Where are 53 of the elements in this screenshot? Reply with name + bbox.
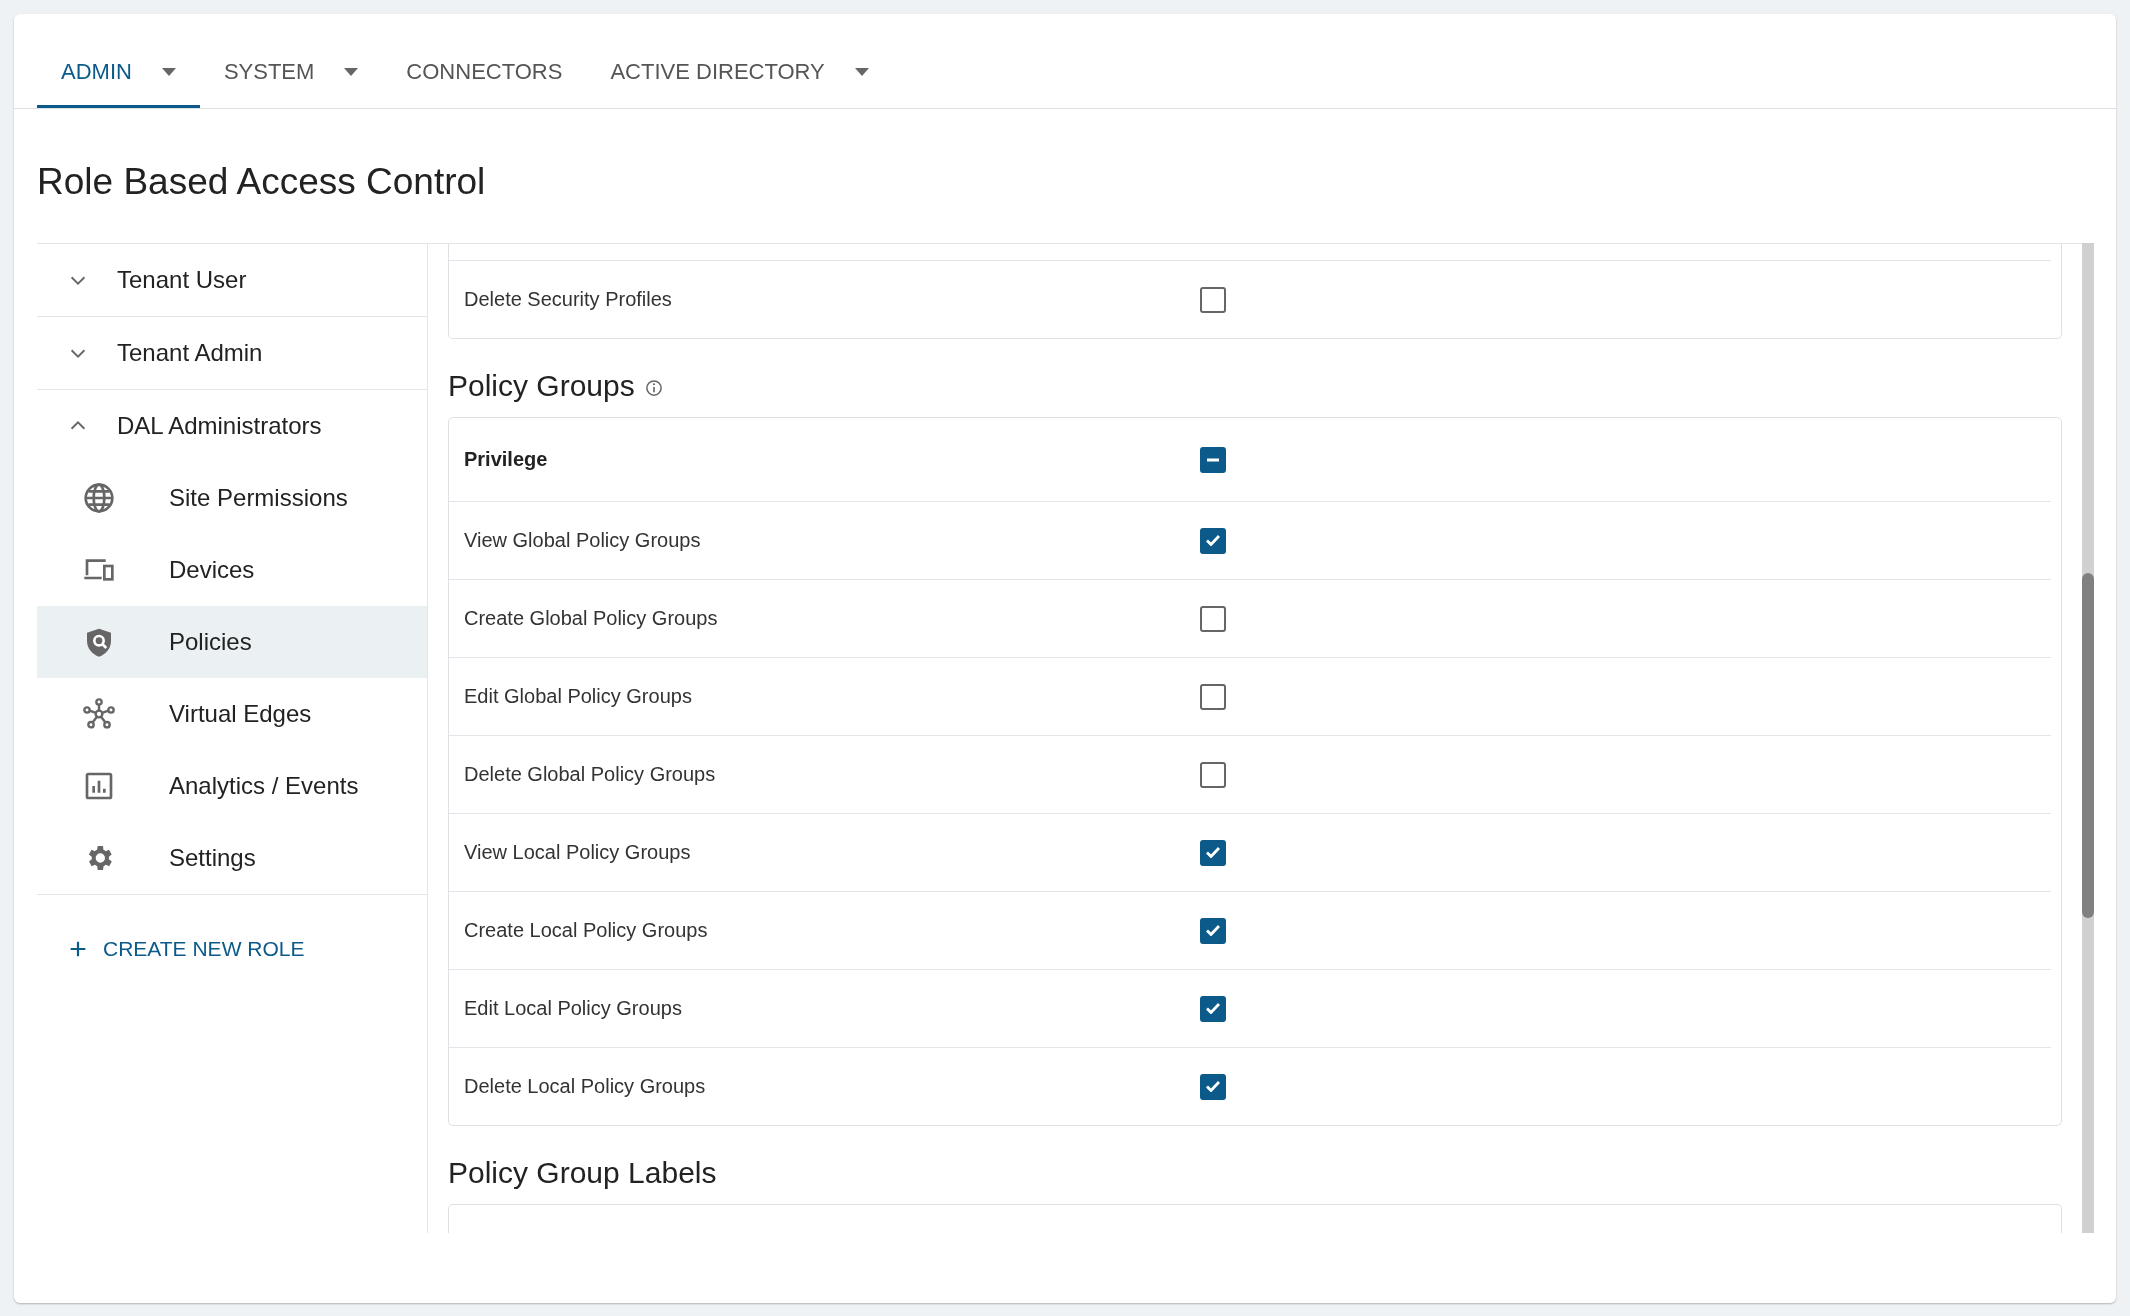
permission-label: Create Local Policy Groups	[464, 919, 709, 942]
globe-icon	[83, 482, 115, 514]
sidebar-item[interactable]: Policies	[37, 606, 427, 678]
privilege-header: Privilege	[464, 448, 549, 471]
nav-tab[interactable]: SYSTEM	[199, 14, 383, 108]
check-icon	[1206, 847, 1220, 858]
nav-tab[interactable]: ACTIVE DIRECTORY	[586, 14, 893, 108]
check-icon	[1206, 1003, 1220, 1014]
caret-icon	[854, 67, 869, 76]
permission-label: Edit Global Policy Groups	[464, 685, 693, 708]
checkbox[interactable]	[1200, 839, 1226, 866]
role-item[interactable]: Tenant Admin	[37, 317, 427, 389]
section-title: Policy Groups	[448, 369, 635, 403]
sidebar-item[interactable]: Settings	[37, 822, 427, 894]
sidebar-item[interactable]: Analytics / Events	[37, 750, 427, 822]
section-title: Policy Group Labels	[448, 1156, 717, 1190]
bar-chart-icon	[83, 770, 115, 802]
role-name: Tenant Admin	[117, 339, 263, 367]
check-icon	[1206, 1081, 1220, 1092]
role-item[interactable]: DAL Administrators	[37, 390, 427, 462]
page-title: Role Based Access Control	[36, 160, 487, 204]
create-role-button[interactable]: CREATE NEW ROLE	[67, 933, 305, 965]
permission-label: View Local Policy Groups	[464, 841, 692, 864]
permission-label: View Global Policy Groups	[464, 529, 702, 552]
caret-icon	[161, 67, 176, 76]
checkbox[interactable]	[1200, 527, 1226, 554]
checkbox[interactable]	[1200, 995, 1226, 1022]
nav-tab[interactable]: CONNECTORS	[382, 14, 587, 108]
permission-label: Delete Local Policy Groups	[464, 1075, 707, 1098]
scrollbar[interactable]	[2082, 243, 2094, 1233]
permission-label: Delete Global Policy Groups	[464, 763, 717, 786]
permission-label: Create Global Policy Groups	[464, 607, 719, 630]
minus-icon	[1207, 457, 1219, 462]
checkbox[interactable]	[1200, 605, 1226, 632]
role-name: Tenant User	[117, 266, 247, 294]
sidebar-item[interactable]: Virtual Edges	[37, 678, 427, 750]
check-icon	[1206, 925, 1220, 936]
sidebar-item[interactable]: Site Permissions	[37, 462, 427, 534]
checkbox[interactable]	[1200, 446, 1226, 473]
sidebar-item[interactable]: Devices	[37, 534, 427, 606]
role-name: DAL Administrators	[117, 412, 322, 440]
checkbox[interactable]	[1200, 1073, 1226, 1100]
checkbox[interactable]	[1200, 917, 1226, 944]
nav-tab[interactable]: ADMIN	[37, 14, 200, 108]
permission-label: Edit Local Policy Groups	[464, 997, 683, 1020]
network-icon	[83, 698, 115, 730]
check-icon	[1206, 535, 1220, 546]
caret-icon	[344, 67, 359, 76]
checkbox[interactable]	[1200, 286, 1226, 313]
checkbox[interactable]	[1200, 761, 1226, 788]
permission-label: Delete Security Profiles	[464, 288, 673, 311]
checkbox[interactable]	[1200, 683, 1226, 710]
role-item[interactable]: Tenant User	[37, 244, 427, 316]
